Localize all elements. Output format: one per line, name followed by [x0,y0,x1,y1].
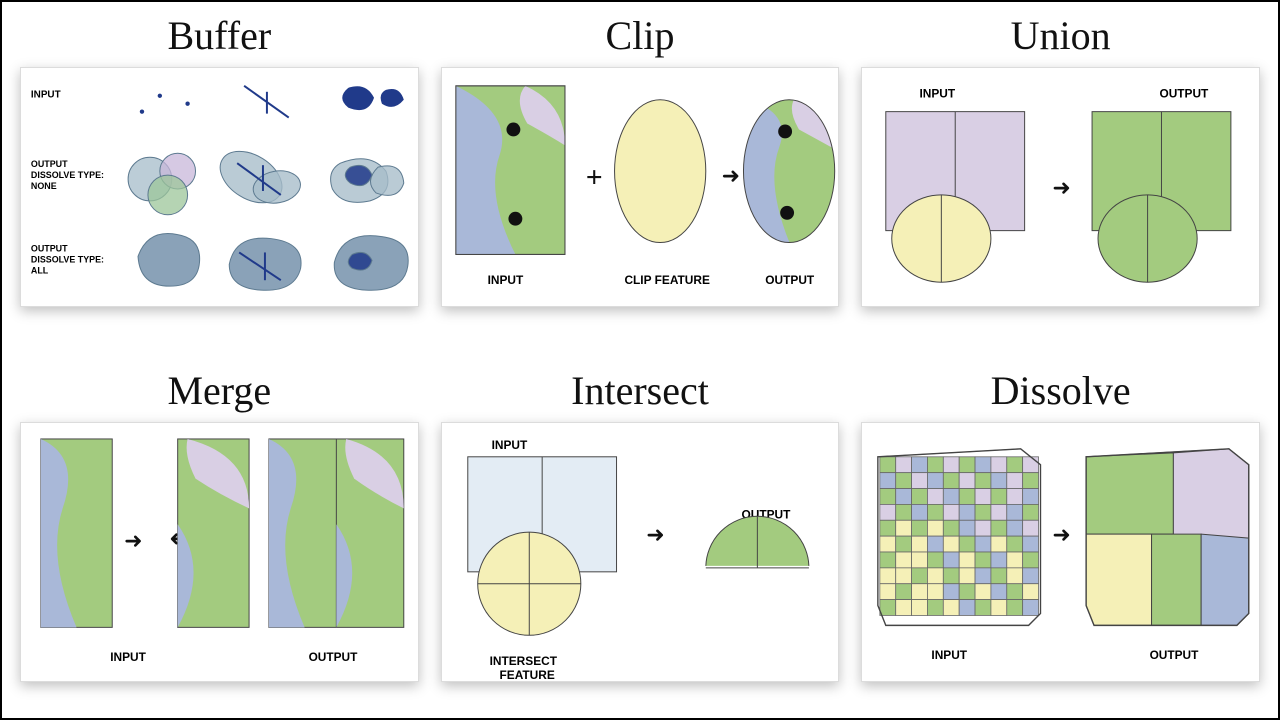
title-intersect: Intersect [571,367,709,414]
svg-text:CLIP FEATURE: CLIP FEATURE [624,273,710,287]
cell-buffer: Buffer INPUT OUTPUT DISSOLVE TYPE: NONE … [20,6,419,347]
svg-text:OUTPUT: OUTPUT [1150,648,1200,662]
svg-text:➜: ➜ [124,529,142,553]
card-intersect: INPUT INTERSECTFEATURE ➜ [441,422,840,682]
card-union: INPUT OUTPUT ➜ [861,67,1260,307]
svg-text:INPUT: INPUT [932,648,968,662]
svg-text:INPUT: INPUT [487,273,523,287]
svg-text:➜: ➜ [1053,523,1071,547]
title-union: Union [1011,12,1111,59]
title-dissolve: Dissolve [991,367,1131,414]
svg-text:INPUT: INPUT [31,90,61,101]
title-merge: Merge [167,367,271,414]
svg-text:OUTPUT: OUTPUT [765,273,815,287]
cell-intersect: Intersect INPUT INTE [441,361,840,702]
svg-text:➜: ➜ [721,164,739,188]
intersect-svg: INPUT INTERSECTFEATURE ➜ [442,423,839,681]
title-buffer: Buffer [167,12,271,59]
title-clip: Clip [606,12,675,59]
cell-union: Union INPUT OUTPUT ➜ [861,6,1260,347]
svg-text:INTERSECTFEATURE: INTERSECTFEATURE [489,654,557,681]
operation-grid: Buffer INPUT OUTPUT DISSOLVE TYPE: NONE … [20,2,1260,718]
card-dissolve: ➜ INPUT OUTPUT [861,422,1260,682]
card-merge: ➜ ➜ INPUT [20,422,419,682]
card-clip: + ➜ [441,67,840,307]
cell-merge: Merge ➜ ➜ [20,361,419,702]
svg-text:INPUT: INPUT [110,650,146,664]
svg-text:OUTPUT: OUTPUT [1160,87,1210,101]
svg-text:INPUT: INPUT [491,438,527,452]
svg-text:OUTPUT DISSOLVE TY: OUTPUT DISSOLVE TYPE: ALL [31,243,107,275]
svg-text:OUTPUT DISSOLVE TY: OUTPUT DISSOLVE TYPE: NONE [31,159,107,191]
svg-text:INPUT: INPUT [920,87,956,101]
merge-svg: ➜ ➜ INPUT [21,423,418,681]
svg-text:➜: ➜ [646,523,664,547]
cell-clip: Clip + ➜ [441,6,840,347]
union-svg: INPUT OUTPUT ➜ [862,68,1259,306]
buffer-svg: INPUT OUTPUT DISSOLVE TYPE: NONE OUTPUT … [21,68,418,306]
cell-dissolve: Dissolve [861,361,1260,702]
clip-svg: + ➜ [442,68,839,306]
svg-text:OUTPUT: OUTPUT [309,650,359,664]
dissolve-svg: ➜ INPUT OUTPUT [862,423,1259,681]
diagram-frame: Buffer INPUT OUTPUT DISSOLVE TYPE: NONE … [0,0,1280,720]
svg-text:➜: ➜ [1053,176,1071,200]
svg-text:+: + [585,161,602,194]
card-buffer: INPUT OUTPUT DISSOLVE TYPE: NONE OUTPUT … [20,67,419,307]
